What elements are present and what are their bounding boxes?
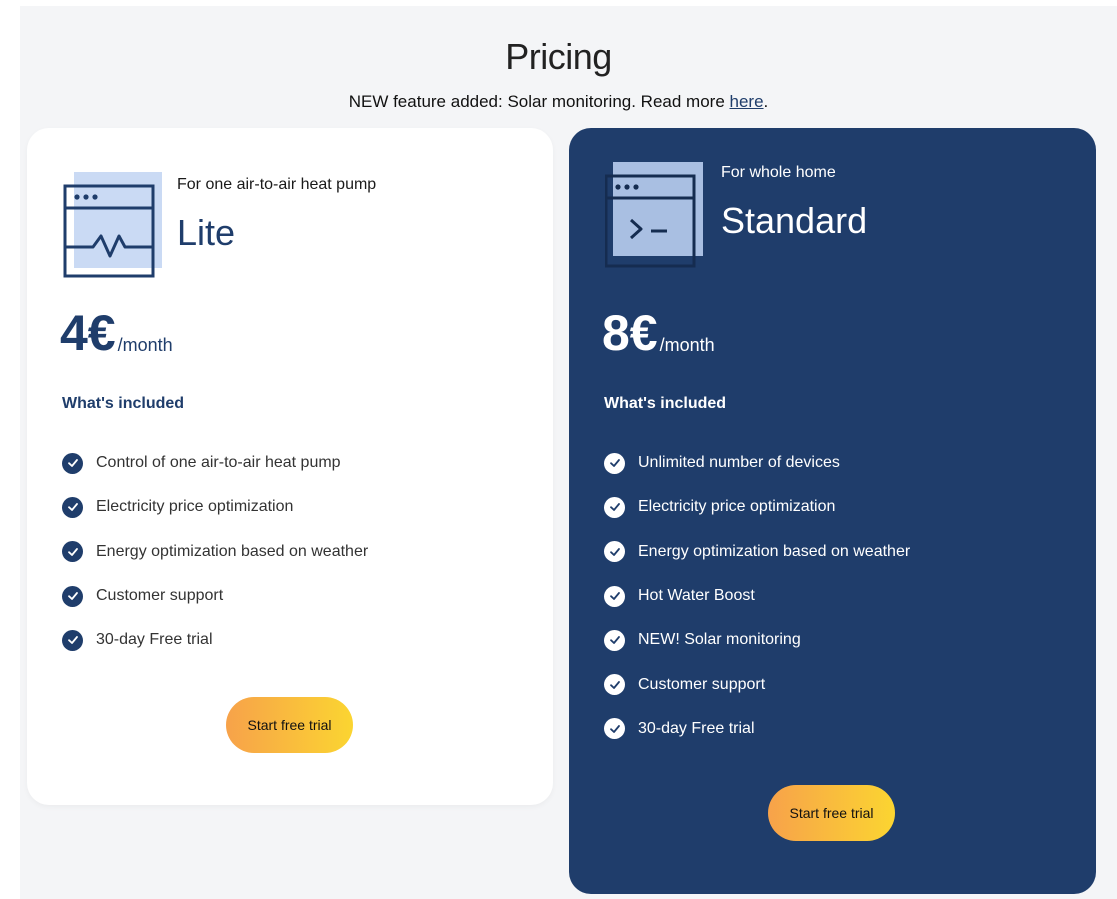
feature-item: Control of one air-to-air heat pump [62,441,368,485]
announcement-end: . [763,92,769,111]
feature-label: Control of one air-to-air heat pump [96,454,341,472]
feature-item: Electricity price optimization [604,485,910,529]
start-free-trial-button[interactable]: Start free trial [226,697,353,753]
page-title: Pricing [505,36,612,77]
check-icon [604,629,625,651]
feature-list: Control of one air-to-air heat pump Elec… [62,441,368,662]
monitor-waveform-icon [63,172,163,282]
announcement-text: NEW feature added: Solar monitoring. Rea… [348,92,730,111]
start-free-trial-button[interactable]: Start free trial [768,785,895,841]
terminal-window-icon [604,160,705,270]
feature-list: Unlimited number of devices Electricity … [604,441,910,751]
check-icon [62,541,83,563]
feature-item: Customer support [604,662,910,706]
check-icon [62,629,83,651]
price-period: /month [659,335,715,355]
plan-subtitle: For one air-to-air heat pump [177,176,377,193]
feature-label: Energy optimization based on weather [638,542,911,560]
feature-label: Electricity price optimization [96,498,294,516]
price-amount: 8€ [602,305,658,361]
feature-label: Unlimited number of devices [638,454,840,472]
feature-item: Customer support [62,574,368,618]
check-icon [604,674,625,696]
plan-card-lite: For one air-to-air heat pump Lite 4€ /mo… [27,128,553,805]
feature-item: Energy optimization based on weather [604,530,910,574]
check-icon [604,496,625,518]
check-icon [604,452,625,474]
price-period: /month [117,335,173,355]
feature-label: 30-day Free trial [96,631,213,649]
plan-price: 4€ /month [60,308,173,358]
check-icon [604,585,625,607]
feature-label: Hot Water Boost [638,587,755,605]
feature-label: Energy optimization based on weather [96,542,369,560]
feature-label: 30-day Free trial [638,719,755,737]
feature-item: NEW! Solar monitoring [604,618,910,662]
feature-label: Customer support [638,675,766,693]
feature-item: Hot Water Boost [604,574,910,618]
check-icon [604,718,625,740]
feature-label: Customer support [96,587,224,605]
plan-name: Standard [721,200,868,241]
included-heading: What's included [62,395,185,412]
feature-item: Electricity price optimization [62,485,368,529]
announcement: NEW feature added: Solar monitoring. Rea… [0,92,1117,112]
check-icon [62,452,83,474]
plan-name: Lite [177,212,236,253]
price-amount: 4€ [60,305,116,361]
plan-subtitle: For whole home [721,164,836,181]
included-heading: What's included [604,395,727,412]
check-icon [604,541,625,563]
check-icon [62,585,83,607]
announcement-link[interactable]: here [730,92,764,111]
feature-label: Electricity price optimization [638,498,836,516]
feature-item: Unlimited number of devices [604,441,910,485]
feature-item: 30-day Free trial [604,707,910,751]
check-icon [62,496,83,518]
plan-price: 8€ /month [602,308,715,358]
feature-item: 30-day Free trial [62,618,368,662]
feature-item: Energy optimization based on weather [62,530,368,574]
feature-label: NEW! Solar monitoring [638,631,801,649]
plan-card-standard: For whole home Standard 8€ /month What's… [569,128,1096,894]
